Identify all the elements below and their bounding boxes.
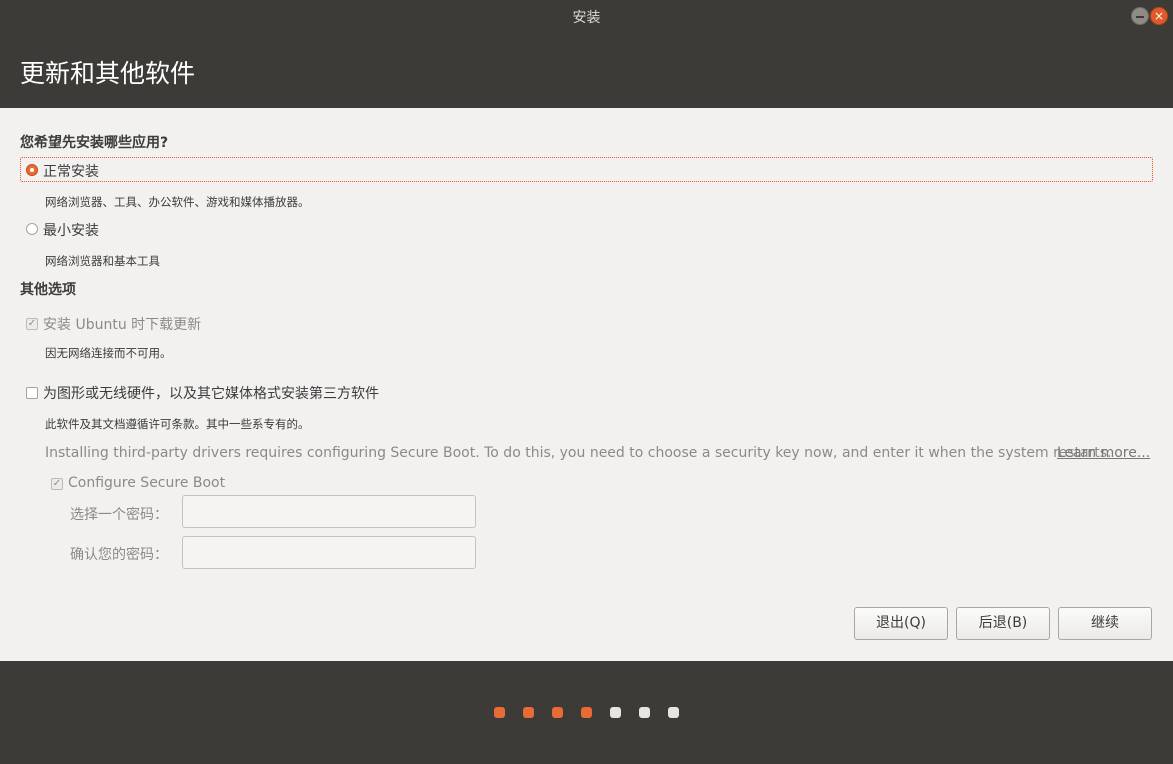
confirm-password-label: 确认您的密码：: [70, 547, 168, 563]
configure-secure-boot-checkbox[interactable]: ✓: [51, 478, 63, 490]
download-updates-label: 安装 Ubuntu 时下载更新: [43, 317, 202, 333]
third-party-note: 此软件及其文档遵循许可条款。其中一些系专有的。: [45, 417, 310, 431]
progress-dot: [523, 707, 534, 718]
install-type-question: 您希望先安装哪些应用?: [20, 135, 169, 151]
progress-footer: [0, 661, 1173, 764]
close-icon[interactable]: ×: [1150, 7, 1168, 25]
progress-dot: [552, 707, 563, 718]
page-header: 更新和其他软件: [0, 32, 1173, 108]
third-party-checkbox[interactable]: [26, 387, 38, 399]
window-titlebar: 安装 ×: [0, 0, 1173, 32]
minimal-install-radio[interactable]: [26, 223, 38, 235]
minimize-icon[interactable]: [1131, 7, 1149, 25]
back-button[interactable]: 后退(B): [956, 607, 1050, 640]
normal-install-description: 网络浏览器、工具、办公软件、游戏和媒体播放器。: [45, 195, 310, 209]
learn-more-link[interactable]: Learn more...: [1057, 445, 1150, 461]
normal-install-radio[interactable]: [26, 164, 38, 176]
download-updates-checkbox[interactable]: ✓: [26, 318, 38, 330]
confirm-password-input[interactable]: [182, 536, 476, 569]
secure-boot-info: Installing third-party drivers requires …: [45, 445, 1112, 461]
progress-dot: [610, 707, 621, 718]
focus-outline: [20, 157, 1153, 182]
progress-dot: [581, 707, 592, 718]
other-options-heading: 其他选项: [20, 282, 76, 298]
window-title: 安装: [572, 10, 601, 26]
password-input[interactable]: [182, 495, 476, 528]
third-party-label[interactable]: 为图形或无线硬件，以及其它媒体格式安装第三方软件: [43, 383, 379, 403]
page-title: 更新和其他软件: [20, 59, 196, 88]
download-updates-note: 因无网络连接而不可用。: [45, 346, 172, 360]
normal-install-label[interactable]: 正常安装: [43, 161, 99, 181]
password-label: 选择一个密码：: [70, 507, 168, 523]
progress-dot: [639, 707, 650, 718]
configure-secure-boot-label: Configure Secure Boot: [68, 475, 226, 491]
progress-dot: [494, 707, 505, 718]
continue-button[interactable]: 继续: [1058, 607, 1152, 640]
progress-dot: [668, 707, 679, 718]
minimal-install-label[interactable]: 最小安装: [43, 220, 99, 240]
main-content: 您希望先安装哪些应用? 正常安装 网络浏览器、工具、办公软件、游戏和媒体播放器。…: [0, 108, 1173, 661]
quit-button[interactable]: 退出(Q): [854, 607, 948, 640]
minimal-install-description: 网络浏览器和基本工具: [45, 254, 160, 268]
